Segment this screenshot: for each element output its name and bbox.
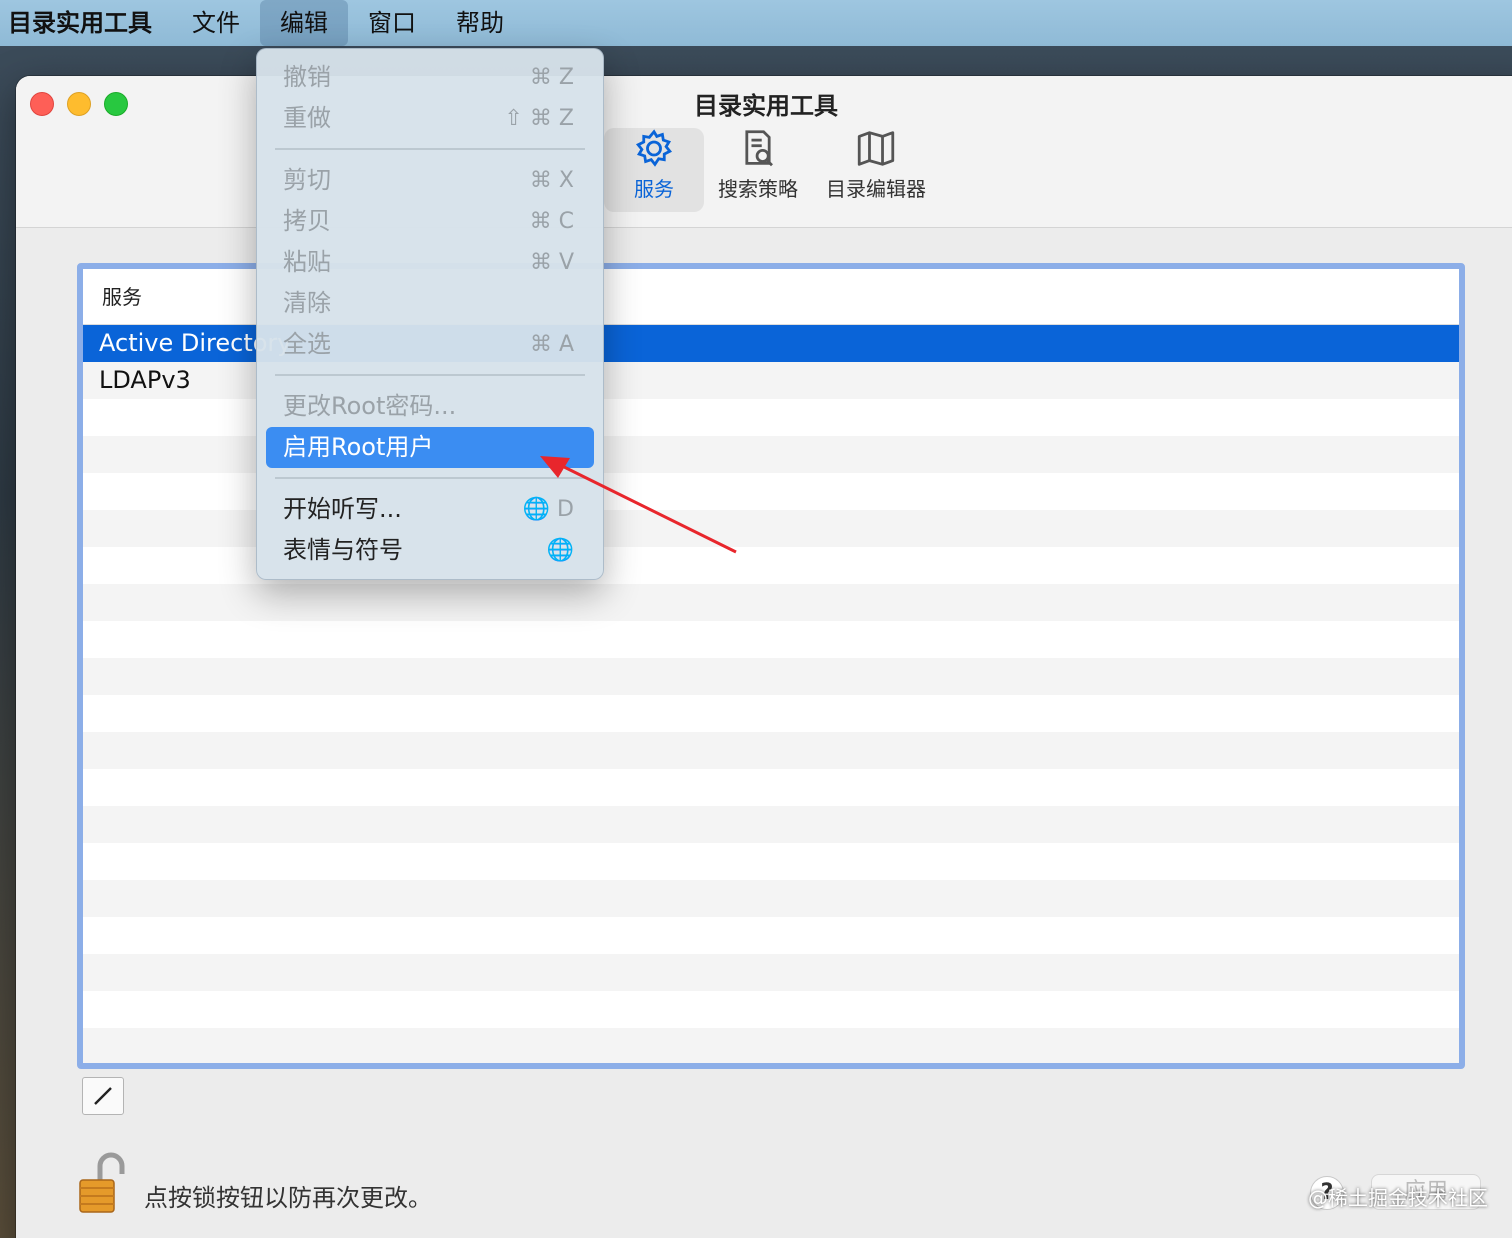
menu-edit[interactable]: 编辑 (260, 0, 348, 46)
toolbar: 服务 搜索策略 目录编辑器 (604, 128, 940, 212)
gear-icon (635, 129, 673, 167)
menu-item-select-all[interactable]: 全选 ⌘ A (266, 324, 594, 365)
menu-help[interactable]: 帮助 (436, 0, 524, 46)
table-row-empty (83, 806, 1459, 843)
menu-item-paste-label: 粘贴 (283, 248, 331, 276)
menu-item-change-root-password-label: 更改Root密码... (283, 392, 457, 420)
unlocked-padlock-icon[interactable] (78, 1152, 126, 1218)
zoom-button[interactable] (104, 92, 128, 116)
menu-item-paste-shortcut: ⌘ V (529, 250, 574, 275)
menu-item-change-root-password[interactable]: 更改Root密码... (266, 386, 594, 427)
toolbar-search-policy-button[interactable]: 搜索策略 (704, 128, 812, 212)
menu-item-start-dictation-label: 开始听写... (283, 495, 402, 523)
directory-utility-window: 目录实用工具 服务 搜索策略 目录编辑器 服务 Active Directory… (16, 76, 1512, 1238)
menu-item-cut-shortcut: ⌘ X (529, 168, 574, 193)
table-row-empty (83, 880, 1459, 917)
menu-app-name[interactable]: 目录实用工具 (0, 0, 172, 46)
menu-item-cut-label: 剪切 (283, 166, 331, 194)
table-row-empty (83, 843, 1459, 880)
search-document-icon (745, 130, 773, 167)
table-row-empty (83, 1065, 1459, 1069)
menu-item-copy[interactable]: 拷贝 ⌘ C (266, 201, 594, 242)
menu-separator (275, 148, 585, 150)
menu-item-copy-shortcut: ⌘ C (529, 209, 574, 234)
annotation-arrow-icon (540, 456, 737, 554)
menu-item-emoji-symbols-label: 表情与符号 (283, 536, 403, 564)
edit-service-button[interactable] (82, 1077, 124, 1115)
title-bar: 目录实用工具 服务 搜索策略 目录编辑器 (16, 76, 1512, 228)
table-row-empty (83, 584, 1459, 621)
close-button[interactable] (30, 92, 54, 116)
menu-window[interactable]: 窗口 (348, 0, 436, 46)
menu-item-redo-shortcut: ⇧ ⌘ Z (504, 106, 575, 131)
menu-item-select-all-shortcut: ⌘ A (529, 332, 574, 357)
table-row-empty (83, 732, 1459, 769)
map-icon (857, 131, 895, 166)
menu-separator (275, 374, 585, 376)
menu-item-cut[interactable]: 剪切 ⌘ X (266, 160, 594, 201)
table-row-empty (83, 769, 1459, 806)
window-title: 目录实用工具 (694, 92, 838, 120)
menu-item-clear-label: 清除 (283, 289, 331, 317)
menu-item-undo-label: 撤销 (283, 63, 331, 91)
minimize-button[interactable] (67, 92, 91, 116)
toolbar-search-policy-label: 搜索策略 (718, 177, 798, 201)
watermark: @稀土掘金技术社区 (1308, 1186, 1488, 1210)
toolbar-services-label: 服务 (634, 177, 674, 201)
table-row-empty (83, 991, 1459, 1028)
menu-item-clear[interactable]: 清除 (266, 283, 594, 324)
menu-bar: 目录实用工具 文件 编辑 窗口 帮助 (0, 0, 1512, 46)
toolbar-directory-editor-label: 目录编辑器 (826, 177, 926, 201)
table-row-empty (83, 917, 1459, 954)
table-row-empty (83, 658, 1459, 695)
table-row-empty (83, 1028, 1459, 1063)
menu-file[interactable]: 文件 (172, 0, 260, 46)
toolbar-directory-editor-button[interactable]: 目录编辑器 (812, 128, 940, 212)
menu-item-redo[interactable]: 重做 ⇧ ⌘ Z (266, 98, 594, 139)
menu-item-enable-root-user-label: 启用Root用户 (283, 433, 434, 461)
menu-item-paste[interactable]: 粘贴 ⌘ V (266, 242, 594, 283)
menu-item-undo[interactable]: 撤销 ⌘ Z (266, 57, 594, 98)
pencil-icon (94, 1087, 112, 1105)
table-row-empty (83, 621, 1459, 658)
table-row-empty (83, 954, 1459, 991)
menu-item-copy-label: 拷贝 (283, 207, 331, 235)
menu-item-redo-label: 重做 (283, 104, 331, 132)
lock-hint-text: 点按锁按钮以防再次更改。 (144, 1184, 432, 1212)
table-row-empty (83, 695, 1459, 732)
menu-item-select-all-label: 全选 (283, 330, 331, 358)
menu-item-undo-shortcut: ⌘ Z (529, 65, 574, 90)
toolbar-services-button[interactable]: 服务 (604, 128, 704, 212)
